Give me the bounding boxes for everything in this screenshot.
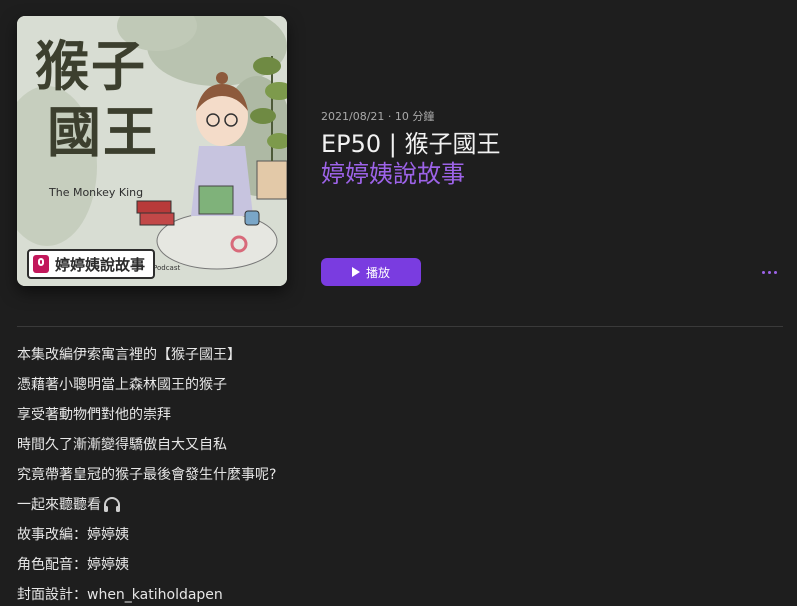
episode-artwork: 猴子 國王 The Monkey King 婷婷姨說故事 Podcast <box>17 16 287 286</box>
description-text: 一起來聽聽看 <box>17 497 101 513</box>
description-text: 時間久了漸漸變得驕傲自大又自私 <box>17 437 227 453</box>
episode-meta: 2021/08/21 · 10 分鐘 <box>321 110 435 123</box>
divider <box>17 326 783 327</box>
artwork-badge-text: 婷婷姨說故事 <box>55 255 146 274</box>
artwork-title-line2: 國王 <box>47 100 159 164</box>
ellipsis-icon <box>761 270 765 274</box>
episode-page: 猴子 國王 The Monkey King 婷婷姨說故事 Podcast 202… <box>0 0 797 606</box>
show-name-link[interactable]: 婷婷姨說故事 <box>321 154 465 189</box>
more-options-button[interactable] <box>758 264 780 280</box>
description-line: 享受著動物們對他的崇拜 <box>17 400 777 430</box>
description-line: 角色配音：婷婷姨 <box>17 550 777 580</box>
artwork-title-line1: 猴子 <box>35 34 147 98</box>
description-line: 究竟帶著皇冠的猴子最後會發生什麼事呢? <box>17 460 777 490</box>
play-icon <box>351 267 360 277</box>
description-line: 故事改編：婷婷姨 <box>17 520 777 550</box>
artwork-subtitle: The Monkey King <box>49 186 144 199</box>
description-text: 角色配音：婷婷姨 <box>17 557 129 573</box>
description-text: 享受著動物們對他的崇拜 <box>17 407 171 423</box>
podcast-logo-icon <box>33 255 49 273</box>
artwork-badge-sub: Podcast <box>153 264 181 272</box>
description-line: 封面設計：when_katiholdapen <box>17 580 777 606</box>
play-button-label: 播放 <box>365 265 390 280</box>
description-text: 故事改編：婷婷姨 <box>17 527 129 543</box>
description-text: 封面設計：when_katiholdapen <box>17 587 223 603</box>
play-button[interactable]: 播放 <box>321 258 421 286</box>
ellipsis-icon <box>767 270 771 274</box>
headphones-icon <box>104 497 120 512</box>
description-line: 時間久了漸漸變得驕傲自大又自私 <box>17 430 777 460</box>
description-line: 本集改編伊索寓言裡的【猴子國王】 <box>17 340 777 370</box>
description-text: 憑藉著小聰明當上森林國王的猴子 <box>17 377 227 393</box>
ellipsis-icon <box>773 270 777 274</box>
description-text: 本集改編伊索寓言裡的【猴子國王】 <box>17 347 241 363</box>
artwork-badge: 婷婷姨說故事 <box>27 249 156 279</box>
description-line: 憑藉著小聰明當上森林國王的猴子 <box>17 370 777 400</box>
episode-description: 本集改編伊索寓言裡的【猴子國王】 憑藉著小聰明當上森林國王的猴子 享受著動物們對… <box>17 340 777 606</box>
description-line: 一起來聽聽看 <box>17 490 777 520</box>
description-text: 究竟帶著皇冠的猴子最後會發生什麼事呢? <box>17 467 277 483</box>
